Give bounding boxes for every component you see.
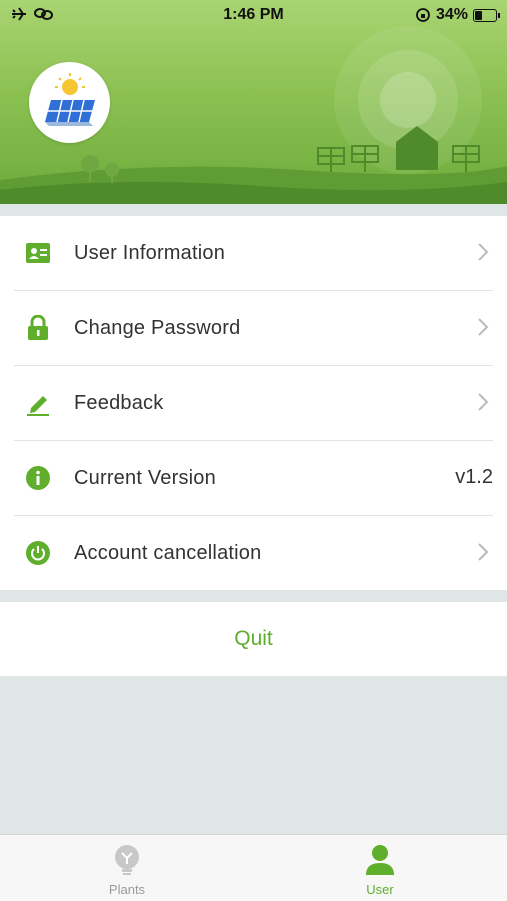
rotation-lock-icon — [416, 8, 430, 22]
menu-item-label: Current Version — [74, 466, 216, 489]
solar-panel-avatar-icon — [45, 73, 95, 126]
menu-item-change-password[interactable]: Change Password — [14, 291, 493, 366]
power-icon — [24, 539, 52, 567]
tab-bar: Plants User — [0, 834, 507, 901]
battery-icon — [473, 8, 500, 22]
menu-item-label: User Information — [74, 241, 226, 264]
id-card-icon — [24, 239, 52, 267]
chevron-right-icon — [478, 393, 489, 411]
menu-item-user-information[interactable]: User Information — [14, 216, 493, 291]
menu-item-feedback[interactable]: Feedback — [14, 366, 493, 441]
quit-button[interactable]: Quit — [0, 602, 507, 676]
chevron-right-icon — [478, 543, 489, 561]
chevron-right-icon — [478, 318, 489, 336]
status-bar: 1:46 PM 34% — [0, 0, 507, 30]
tab-label: Plants — [108, 882, 146, 897]
lock-icon — [24, 314, 52, 342]
status-right: 34% — [415, 6, 500, 24]
bulb-icon — [115, 845, 139, 875]
chevron-right-icon — [478, 243, 489, 261]
battery-percentage: 34% — [435, 6, 468, 23]
tab-plants[interactable]: Plants — [67, 835, 187, 901]
menu-item-label: Feedback — [74, 391, 164, 414]
info-icon — [24, 464, 52, 492]
settings-menu: User Information Change Password Feedbac… — [0, 216, 507, 590]
pencil-icon — [24, 389, 52, 417]
tab-user[interactable]: User — [320, 835, 440, 901]
profile-header: 1:46 PM 34% — [0, 0, 507, 204]
menu-item-label: Account cancellation — [74, 541, 262, 564]
menu-item-current-version: Current Version v1.2 — [14, 441, 493, 516]
user-icon — [366, 845, 394, 875]
version-value: v1.2 — [455, 466, 493, 488]
menu-item-account-cancellation[interactable]: Account cancellation — [14, 516, 493, 590]
avatar[interactable] — [29, 62, 110, 143]
tab-label: User — [366, 882, 394, 897]
menu-item-label: Change Password — [74, 316, 241, 339]
